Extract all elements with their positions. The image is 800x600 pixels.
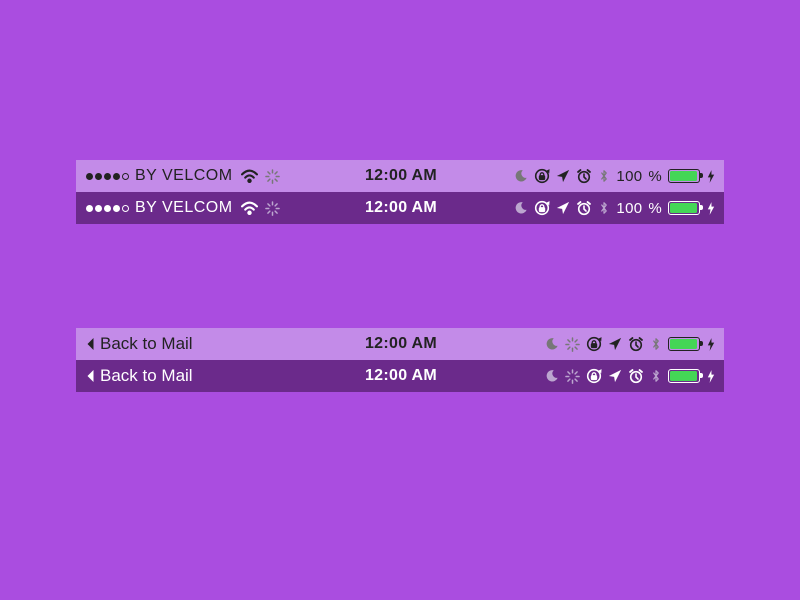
charging-icon [706,369,716,384]
charging-icon [706,201,716,216]
wifi-icon [241,201,258,215]
status-center: 12:00 AM [365,367,437,385]
location-icon [556,169,570,183]
signal-strength [86,205,129,212]
location-icon [556,201,570,215]
clock: 12:00 AM [365,367,437,385]
activity-spinner-icon [565,369,580,384]
do-not-disturb-icon [514,201,528,215]
do-not-disturb-icon [545,369,559,383]
status-bar-carrier-light: BY VELCOM 12:00 AM 100% [76,160,724,192]
status-right [437,368,716,384]
chevron-left-icon [86,369,95,383]
status-left: Back to Mail [86,366,365,386]
alarm-icon [628,368,644,384]
status-right: 100% [437,168,716,185]
status-left: BY VELCOM [86,199,365,217]
battery-percent: 100 [616,200,642,217]
status-bar-back-dark: Back to Mail 12:00 AM [76,360,724,392]
alarm-icon [576,200,592,216]
location-icon [608,369,622,383]
clock: 12:00 AM [365,335,437,353]
signal-dot [104,205,111,212]
back-label: Back to Mail [100,334,193,354]
charging-icon [706,169,716,184]
charging-icon [706,337,716,352]
signal-dot [86,205,93,212]
signal-dot [95,205,102,212]
alarm-icon [576,168,592,184]
signal-dot [122,205,129,212]
location-icon [608,337,622,351]
signal-strength [86,173,129,180]
signal-dot [113,205,120,212]
orientation-lock-icon [534,200,550,216]
chevron-left-icon [86,337,95,351]
status-right [437,336,716,352]
battery-icon [668,369,700,383]
status-bar-back-light: Back to Mail 12:00 AM [76,328,724,360]
battery-icon [668,169,700,183]
activity-spinner-icon [265,201,280,216]
status-right: 100% [437,200,716,217]
signal-dot [104,173,111,180]
status-center: 12:00 AM [365,199,437,217]
wifi-icon [241,169,258,183]
orientation-lock-icon [586,368,602,384]
clock: 12:00 AM [365,199,437,217]
battery-icon [668,201,700,215]
status-left: BY VELCOM [86,167,365,185]
signal-dot [113,173,120,180]
do-not-disturb-icon [545,337,559,351]
back-label: Back to Mail [100,366,193,386]
signal-dot [122,173,129,180]
carrier-label: BY VELCOM [135,199,233,217]
orientation-lock-icon [534,168,550,184]
battery-icon [668,337,700,351]
alarm-icon [628,336,644,352]
do-not-disturb-icon [514,169,528,183]
carrier-label: BY VELCOM [135,167,233,185]
back-to-app-button[interactable]: Back to Mail [86,334,193,354]
signal-dot [95,173,102,180]
status-center: 12:00 AM [365,335,437,353]
status-center: 12:00 AM [365,167,437,185]
bluetooth-icon [650,336,662,352]
signal-dot [86,173,93,180]
activity-spinner-icon [265,169,280,184]
back-to-app-button[interactable]: Back to Mail [86,366,193,386]
activity-spinner-icon [565,337,580,352]
orientation-lock-icon [586,336,602,352]
battery-percent: 100 [616,168,642,185]
clock: 12:00 AM [365,167,437,185]
status-bar-carrier-dark: BY VELCOM 12:00 AM 100% [76,192,724,224]
status-left: Back to Mail [86,334,365,354]
bluetooth-icon [598,200,610,216]
bluetooth-icon [598,168,610,184]
bluetooth-icon [650,368,662,384]
